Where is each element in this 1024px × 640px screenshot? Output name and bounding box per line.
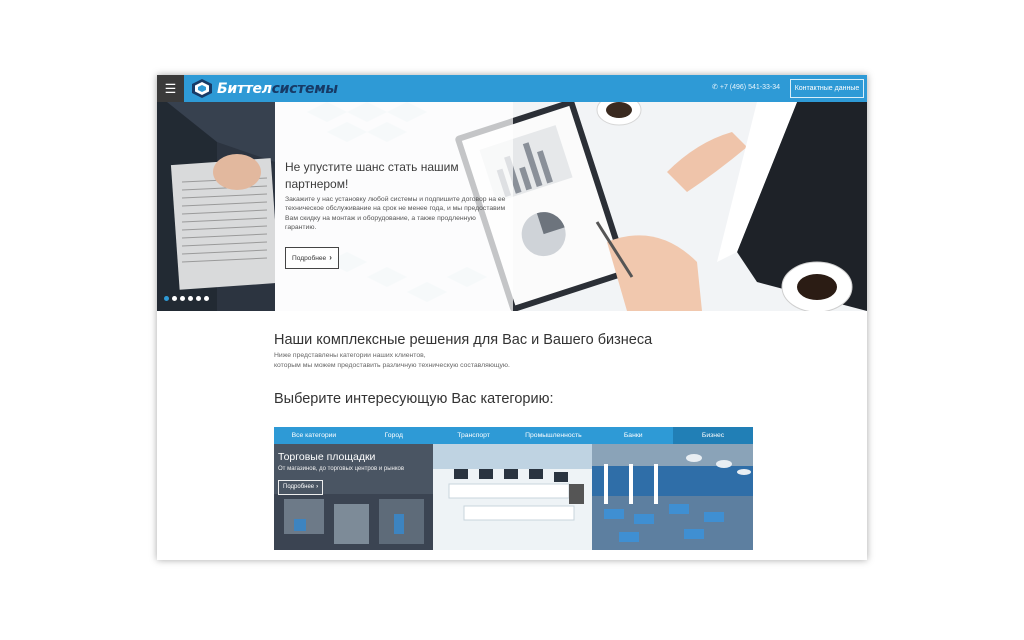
panel-description: От магазинов, до торговых центров и рынк… — [278, 466, 405, 472]
hero-more-button[interactable]: Подробнее › — [285, 247, 339, 269]
slider-dot-6[interactable] — [204, 296, 209, 301]
phone-number[interactable]: ✆ +7 (496) 541-33-34 — [712, 83, 780, 91]
panel-more-button[interactable]: Подробнее › — [278, 480, 324, 495]
slider-dot-1[interactable] — [164, 296, 169, 301]
chevron-right-icon: › — [316, 484, 319, 490]
tab-all-categories[interactable]: Все категории — [274, 427, 354, 444]
solutions-subtitle-line2: которым мы можем предоставить различную … — [274, 361, 510, 369]
contacts-button[interactable]: Контактные данные — [790, 79, 864, 98]
slider-dots — [164, 296, 209, 301]
panel-title: Торговые площадки — [278, 451, 376, 463]
chevron-right-icon: › — [329, 253, 332, 262]
panel-more-label: Подробнее — [283, 484, 315, 490]
browser-page: ☰ Биттелсистемы ✆ +7 (496) 541-33-34 Конт… — [157, 75, 867, 560]
phone-icon: ✆ — [712, 84, 718, 91]
logo-text-part1: Биттел — [217, 80, 272, 97]
site-logo[interactable]: Биттелсистемы — [191, 78, 338, 99]
solutions-subtitle-line1: Ниже представлены категории наших клиент… — [274, 352, 426, 359]
logo-text-part2: системы — [271, 80, 338, 97]
top-navbar: ☰ Биттелсистемы ✆ +7 (496) 541-33-34 Конт… — [157, 75, 867, 102]
slider-dot-3[interactable] — [180, 296, 185, 301]
tab-business[interactable]: Бизнес — [673, 427, 753, 444]
categories-title: Выберите интересующую Вас категорию: — [274, 391, 554, 407]
phone-text: +7 (496) 541-33-34 — [719, 84, 781, 91]
category-panel[interactable]: Торговые площадки От магазинов, до торго… — [274, 444, 753, 550]
tab-industry[interactable]: Промышленность — [513, 427, 593, 444]
solutions-title: Наши комплексные решения для Вас и Вашег… — [274, 332, 653, 348]
tab-city[interactable]: Город — [354, 427, 434, 444]
slider-dot-4[interactable] — [188, 296, 193, 301]
hero-title: Не упустите шанс стать нашим партнером! — [285, 160, 459, 191]
hero-description: Закажите у нас установку любой системы и… — [285, 196, 506, 232]
slider-dot-5[interactable] — [196, 296, 201, 301]
category-tabs: Все категории Город Транспорт Промышленн… — [274, 427, 753, 444]
tab-banks[interactable]: Банки — [593, 427, 673, 444]
hero-slider: Не упустите шанс стать нашим партнером! … — [157, 102, 867, 311]
logo-mark-icon — [192, 79, 212, 98]
hero-more-label: Подробнее — [292, 255, 327, 262]
slider-dot-2[interactable] — [172, 296, 177, 301]
hamburger-icon[interactable]: ☰ — [157, 75, 184, 102]
solutions-subtitle: Ниже представлены категории наших клиент… — [274, 351, 634, 370]
tab-transport[interactable]: Транспорт — [434, 427, 514, 444]
